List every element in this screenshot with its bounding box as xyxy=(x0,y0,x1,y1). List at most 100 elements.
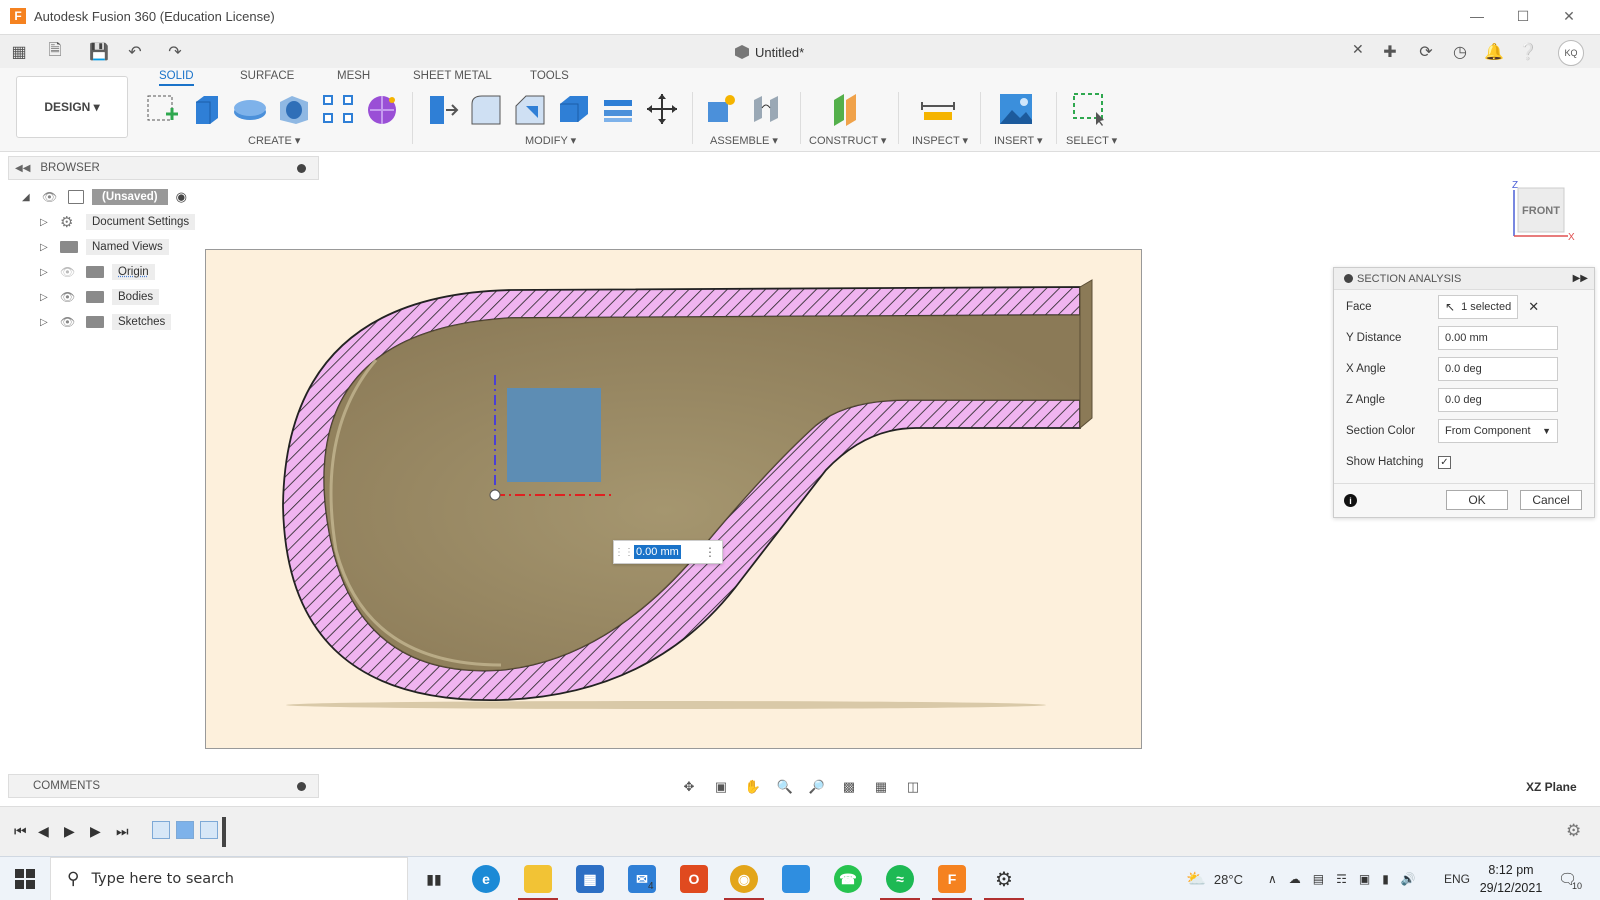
clock[interactable]: 8:12 pm 29/12/2021 xyxy=(1476,861,1546,897)
task-view-icon[interactable]: ▮▮ xyxy=(420,865,448,893)
display-settings-icon[interactable]: ▩ xyxy=(838,778,860,796)
help-icon[interactable]: ❔ xyxy=(1517,41,1539,63)
collapse-browser-icon[interactable]: ◀◀ xyxy=(15,163,30,174)
expand-triangle-icon[interactable]: ▷ xyxy=(40,242,54,253)
taskbar-search-box[interactable]: ⚲ Type here to search xyxy=(50,857,408,900)
windows-start-icon[interactable] xyxy=(15,869,35,889)
notification-center-icon[interactable]: 🗨 xyxy=(1558,857,1577,900)
viewcube[interactable]: Z X FRONT xyxy=(1508,176,1576,246)
redo-icon[interactable]: ↷ xyxy=(164,41,186,63)
x-angle-input[interactable]: 0.0 deg xyxy=(1438,357,1558,381)
timeline-shell-feature[interactable] xyxy=(200,821,218,839)
section-color-select[interactable]: From Component ▼ xyxy=(1438,419,1558,443)
grid-settings-icon[interactable]: ▦ xyxy=(870,778,892,796)
spotify-icon[interactable]: ≈ xyxy=(886,865,914,893)
activate-component-icon[interactable]: ◉ xyxy=(176,189,187,205)
assemble-menu[interactable]: ASSEMBLE ▾ xyxy=(710,134,778,147)
tab-solid[interactable]: SOLID xyxy=(159,70,194,86)
visibility-eye-icon[interactable]: 👁 xyxy=(42,190,62,204)
revolve-icon[interactable] xyxy=(232,92,268,126)
press-pull-icon[interactable] xyxy=(424,92,460,126)
zoom-icon[interactable]: 🔍 xyxy=(774,778,796,796)
app-grid-icon[interactable]: ▦ xyxy=(8,41,30,63)
inspect-menu[interactable]: INSPECT ▾ xyxy=(912,134,968,147)
play-icon[interactable]: ▶ xyxy=(64,823,75,840)
browser-item-bodies[interactable]: ▷ 👁 Bodies xyxy=(40,286,160,308)
data-panel-icon[interactable]: ⟳ xyxy=(1415,41,1437,63)
modify-menu[interactable]: MODIFY ▾ xyxy=(525,134,576,147)
volume-icon[interactable]: 🔊 xyxy=(1401,872,1416,886)
timeline-extrude-feature[interactable] xyxy=(176,821,194,839)
weather-widget[interactable]: ⛅ 28°C xyxy=(1186,857,1243,900)
chrome-icon[interactable]: ◉ xyxy=(730,865,758,893)
joint-icon[interactable] xyxy=(748,92,784,126)
construct-menu[interactable]: CONSTRUCT ▾ xyxy=(809,134,886,147)
browser-root-node[interactable]: ◢ 👁 (Unsaved) ◉ xyxy=(22,186,187,208)
look-at-icon[interactable]: ▣ xyxy=(710,778,732,796)
create-sketch-icon[interactable] xyxy=(144,92,180,126)
step-forward-icon[interactable]: ▶ xyxy=(90,823,101,840)
tab-mesh[interactable]: MESH xyxy=(337,70,370,86)
document-app-icon[interactable] xyxy=(782,865,810,893)
rectangular-pattern-icon[interactable] xyxy=(320,92,356,126)
wifi-icon[interactable]: ☶ xyxy=(1336,872,1347,886)
timeline-settings-gear-icon[interactable]: ⚙ xyxy=(1566,821,1581,841)
timeline-sketch-feature[interactable] xyxy=(152,821,170,839)
user-avatar[interactable]: KQ xyxy=(1558,40,1584,66)
create-menu[interactable]: CREATE ▾ xyxy=(248,134,300,147)
split-body-icon[interactable] xyxy=(600,92,636,126)
visibility-eye-icon[interactable]: 👁 xyxy=(60,315,80,329)
maximize-button[interactable]: ☐ xyxy=(1500,0,1546,32)
show-hidden-icons-icon[interactable]: ∧ xyxy=(1268,872,1277,886)
drag-grip-icon[interactable]: ⋮⋮ xyxy=(614,547,634,558)
chamfer-icon[interactable] xyxy=(512,92,548,126)
new-tab-icon[interactable]: ✚ xyxy=(1379,41,1401,63)
browser-item-sketches[interactable]: ▷ 👁 Sketches xyxy=(40,311,172,333)
fusion360-taskbar-icon[interactable]: F xyxy=(938,865,966,893)
info-icon[interactable]: i xyxy=(1344,494,1357,507)
comments-add-icon[interactable] xyxy=(297,782,306,791)
clear-selection-icon[interactable]: ✕ xyxy=(1528,299,1539,315)
battery-icon[interactable]: ▮ xyxy=(1382,872,1389,886)
expand-triangle-icon[interactable]: ▷ xyxy=(40,217,54,228)
job-status-icon[interactable]: ◷ xyxy=(1449,41,1471,63)
viewports-icon[interactable]: ◫ xyxy=(902,778,924,796)
select-menu[interactable]: SELECT ▾ xyxy=(1066,134,1117,147)
expand-triangle-icon[interactable]: ▷ xyxy=(40,317,54,328)
browser-pin-icon[interactable] xyxy=(297,164,306,173)
settings-gear-icon[interactable]: ⚙ xyxy=(990,865,1018,893)
microsoft-store-icon[interactable]: ▦ xyxy=(576,865,604,893)
browser-item-origin[interactable]: ▷ 👁 Origin xyxy=(40,261,155,283)
dimension-input[interactable]: ⋮⋮ 0.00 mm ⋮ xyxy=(613,540,723,564)
browser-item-document-settings[interactable]: ▷ ⚙ Document Settings xyxy=(40,211,196,233)
fit-zoom-icon[interactable]: 🔎 xyxy=(806,778,828,796)
whatsapp-icon[interactable]: ☎ xyxy=(834,865,862,893)
expand-dialog-icon[interactable]: ▶▶ xyxy=(1573,273,1588,284)
hidden-eye-icon[interactable]: 👁 xyxy=(60,265,80,279)
minimize-button[interactable]: — xyxy=(1454,0,1500,32)
y-distance-input[interactable]: 0.00 mm xyxy=(1438,326,1558,350)
insert-menu[interactable]: INSERT ▾ xyxy=(994,134,1043,147)
extrude-icon[interactable] xyxy=(188,92,224,126)
close-document-icon[interactable]: ✕ xyxy=(1352,41,1364,58)
hole-icon[interactable] xyxy=(276,92,312,126)
onedrive-icon[interactable]: ☁ xyxy=(1289,872,1301,886)
close-window-button[interactable]: ✕ xyxy=(1546,0,1592,32)
show-hatching-checkbox[interactable]: ✓ xyxy=(1438,455,1451,469)
edge-browser-icon[interactable]: e xyxy=(472,865,500,893)
offset-plane-icon[interactable] xyxy=(828,92,864,126)
orbit-icon[interactable]: ✥ xyxy=(678,778,700,796)
document-tab[interactable]: Untitled* xyxy=(735,41,804,63)
expand-triangle-icon[interactable]: ▷ xyxy=(40,267,54,278)
tab-surface[interactable]: SURFACE xyxy=(240,70,294,86)
go-to-start-icon[interactable]: ⏮ xyxy=(14,823,27,840)
go-to-end-icon[interactable]: ⏭ xyxy=(116,823,129,840)
shell-icon[interactable] xyxy=(556,92,592,126)
tab-tools[interactable]: TOOLS xyxy=(530,70,569,86)
canvas-viewport[interactable] xyxy=(205,249,1142,749)
collapse-triangle-icon[interactable]: ◢ xyxy=(22,192,36,203)
move-copy-icon[interactable] xyxy=(644,92,680,126)
sketch-profile-square[interactable] xyxy=(507,388,601,482)
file-explorer-icon[interactable] xyxy=(524,865,552,893)
insert-image-icon[interactable] xyxy=(998,92,1034,126)
